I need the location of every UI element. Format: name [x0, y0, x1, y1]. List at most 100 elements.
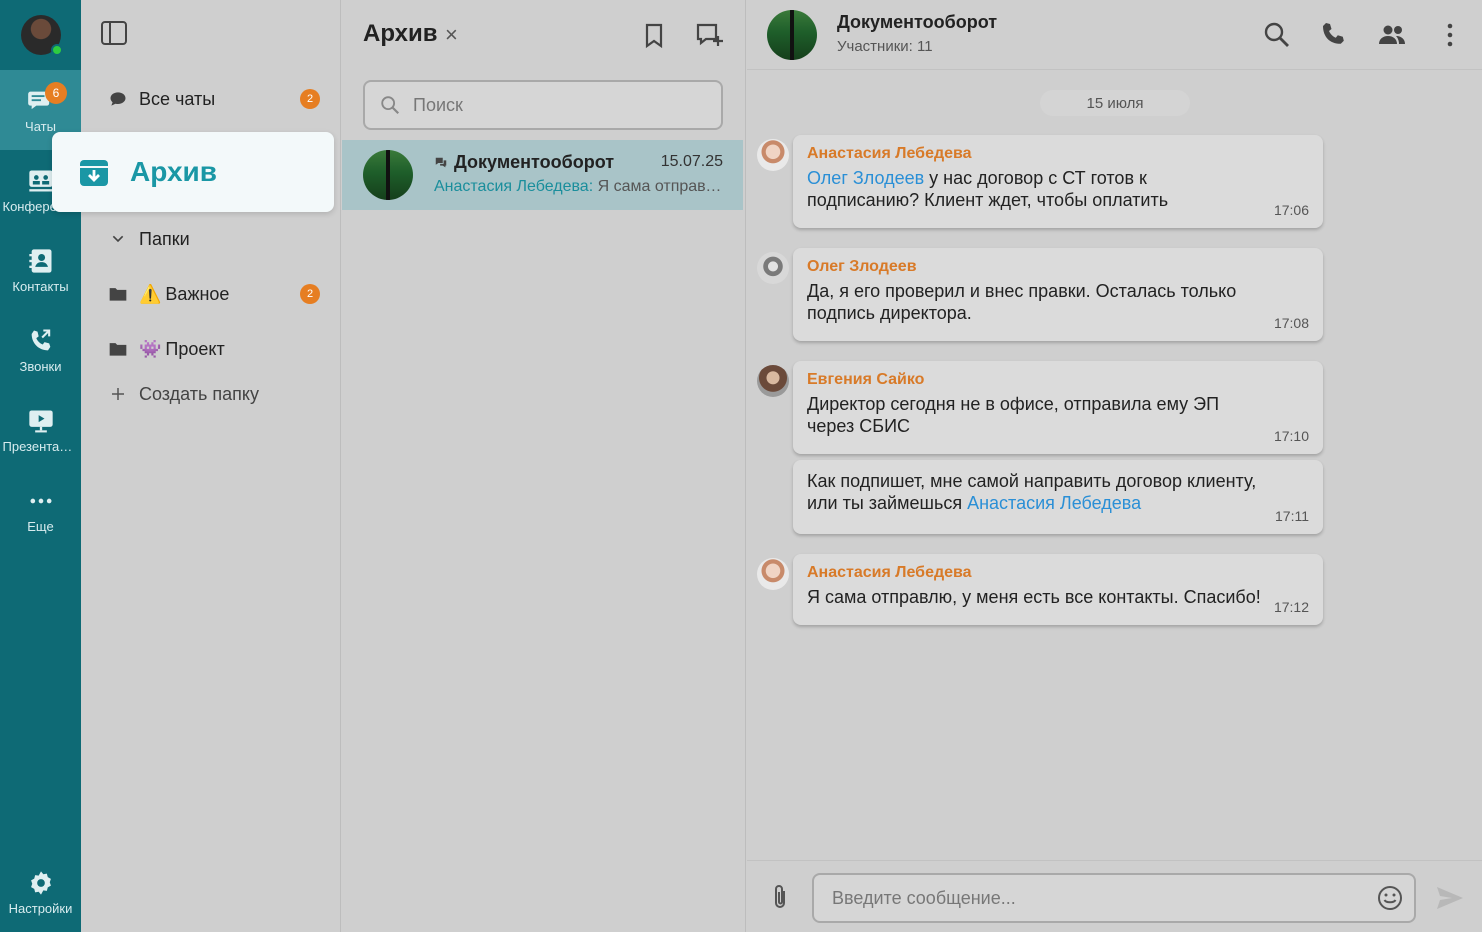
- sender-avatar[interactable]: [757, 365, 789, 397]
- message-text: Олег Злодеев у нас договор с СТ готов к …: [807, 167, 1263, 211]
- message-bubble: Олег Злодеев Да, я его проверил и внес п…: [793, 248, 1323, 341]
- rail-label-calls: Звонки: [19, 358, 62, 374]
- create-folder-label: Создать папку: [139, 383, 259, 404]
- search-icon[interactable]: [1262, 20, 1292, 50]
- message-text: Директор сегодня не в офисе, отправила е…: [807, 394, 1220, 436]
- folder-emoji-invader: 👾: [139, 338, 162, 359]
- presentation-icon: [28, 410, 53, 432]
- date-divider: 15 июля: [1040, 90, 1190, 116]
- message-time: 17:12: [1273, 599, 1309, 615]
- message-text: Я сама отправлю, у меня есть все контакт…: [807, 587, 1261, 607]
- folder-important[interactable]: ⚠️ Важное 2: [107, 279, 320, 309]
- chat-preview-text: Я сама отправлю, у меня есть все контакт…: [597, 178, 724, 195]
- bookmark-icon[interactable]: [642, 22, 666, 50]
- message-composer: [747, 860, 1482, 932]
- message-input-box[interactable]: [812, 873, 1416, 923]
- chat-list-item[interactable]: Документооборот 15.07.25 Анастасия Лебед…: [342, 140, 743, 210]
- sender-avatar[interactable]: [757, 139, 789, 171]
- folder-label-all-chats: Все чаты: [139, 88, 216, 109]
- rail-item-more[interactable]: Еще: [0, 470, 81, 550]
- chat-name-label: Документооборот: [454, 152, 615, 172]
- folder-icon: [107, 283, 129, 305]
- search-box[interactable]: [363, 80, 723, 130]
- message-time: 17:11: [1275, 508, 1309, 524]
- rail-label-more: Еще: [27, 518, 54, 534]
- folder-label-important: Важное: [165, 283, 230, 304]
- attach-paperclip-icon[interactable]: [767, 883, 793, 913]
- message-author[interactable]: Анастасия Лебедева: [807, 564, 1263, 582]
- gear-icon: [30, 870, 51, 895]
- search-input[interactable]: [413, 94, 713, 116]
- message-time: 17:08: [1273, 315, 1309, 331]
- emoji-icon[interactable]: [1376, 884, 1404, 912]
- message-time: 17:06: [1273, 202, 1309, 218]
- message-text: Да, я его проверил и внес правки. Остала…: [807, 281, 1237, 323]
- close-archive-button[interactable]: ×: [445, 22, 458, 48]
- mention-link[interactable]: Олег Злодеев: [807, 168, 924, 188]
- message-bubble: Анастасия Лебедева Я сама отправлю, у ме…: [793, 554, 1323, 625]
- chat-bubble-icon: [107, 88, 129, 110]
- create-folder-button[interactable]: Создать папку: [107, 379, 320, 409]
- message-bubble: Как подпишет, мне самой направить догово…: [793, 460, 1323, 534]
- more-vertical-icon[interactable]: [1435, 20, 1465, 50]
- message-bubble: Евгения Сайко Директор сегодня не в офис…: [793, 361, 1323, 454]
- folder-archive[interactable]: Архив: [52, 132, 334, 212]
- conversation-panel: Документооборот Участники: 11 15 июля Ан…: [747, 0, 1482, 932]
- plus-icon: [107, 383, 129, 405]
- folder-all-chats[interactable]: Все чаты 2: [107, 84, 320, 114]
- message-text: Как подпишет, мне самой направить догово…: [807, 470, 1263, 514]
- chevron-down-icon: [107, 228, 129, 250]
- message-input[interactable]: [832, 887, 1352, 909]
- rail-label-presentations: Презентации: [2, 438, 79, 454]
- online-status-indicator: [51, 44, 63, 56]
- all-chats-badge: 2: [300, 89, 320, 109]
- rail-item-presentations[interactable]: Презентации: [0, 390, 81, 470]
- folders-header-label: Папки: [139, 228, 190, 249]
- important-badge: 2: [300, 284, 320, 304]
- archive-box-icon: [80, 160, 108, 186]
- chat-preview: Анастасия Лебедева: Я сама отправлю, у м…: [434, 178, 724, 196]
- folder-label-project: Проект: [165, 338, 225, 359]
- chat-list-title: Архив: [363, 20, 438, 47]
- message-time: 17:10: [1273, 428, 1309, 444]
- chats-unread-badge: 6: [45, 82, 67, 104]
- sidebar-toggle-icon[interactable]: [100, 20, 128, 46]
- chat-list-panel: Архив × Документооборот 15.07.25 Анастас…: [342, 0, 746, 932]
- contacts-book-icon: [28, 248, 51, 273]
- rail-item-settings[interactable]: Настройки: [0, 852, 81, 932]
- new-chat-icon[interactable]: [694, 20, 724, 50]
- conversation-members[interactable]: Участники: 11: [837, 38, 933, 55]
- sender-avatar[interactable]: [757, 558, 789, 590]
- chat-avatar: [363, 150, 413, 200]
- send-icon[interactable]: [1435, 884, 1465, 912]
- rail-label-settings: Настройки: [8, 900, 73, 916]
- phone-icon[interactable]: [1319, 20, 1349, 50]
- message-bubble: Анастасия Лебедева Олег Злодеев у нас до…: [793, 135, 1323, 228]
- conference-icon: [28, 170, 53, 191]
- chat-preview-author: Анастасия Лебедева:: [434, 178, 594, 195]
- conversation-header: Документооборот Участники: 11: [747, 0, 1482, 70]
- search-icon: [381, 96, 400, 115]
- folder-label-archive: Архив: [130, 156, 217, 187]
- conversation-avatar[interactable]: [767, 10, 817, 60]
- calls-icon: [31, 328, 50, 350]
- chat-date: 15.07.25: [660, 153, 723, 170]
- more-dots-icon: [30, 498, 51, 503]
- folders-header[interactable]: Папки: [107, 224, 320, 254]
- folder-project[interactable]: 👾 Проект: [107, 334, 320, 364]
- message-author[interactable]: Олег Злодеев: [807, 258, 1263, 276]
- rail-item-calls[interactable]: Звонки: [0, 310, 81, 390]
- conversation-title[interactable]: Документооборот: [837, 12, 997, 33]
- sender-avatar[interactable]: [757, 252, 789, 284]
- rail-label-contacts: Контакты: [12, 278, 69, 294]
- group-chat-icon: [435, 157, 447, 167]
- folder-emoji-warning: ⚠️: [139, 283, 162, 304]
- chat-name: Документооборот: [434, 152, 614, 173]
- user-avatar[interactable]: [21, 15, 63, 56]
- message-author[interactable]: Анастасия Лебедева: [807, 145, 1263, 163]
- mention-link[interactable]: Анастасия Лебедева: [967, 493, 1141, 513]
- folder-icon: [107, 338, 129, 360]
- message-author[interactable]: Евгения Сайко: [807, 371, 1263, 389]
- rail-item-contacts[interactable]: Контакты: [0, 230, 81, 310]
- participants-icon[interactable]: [1377, 20, 1407, 50]
